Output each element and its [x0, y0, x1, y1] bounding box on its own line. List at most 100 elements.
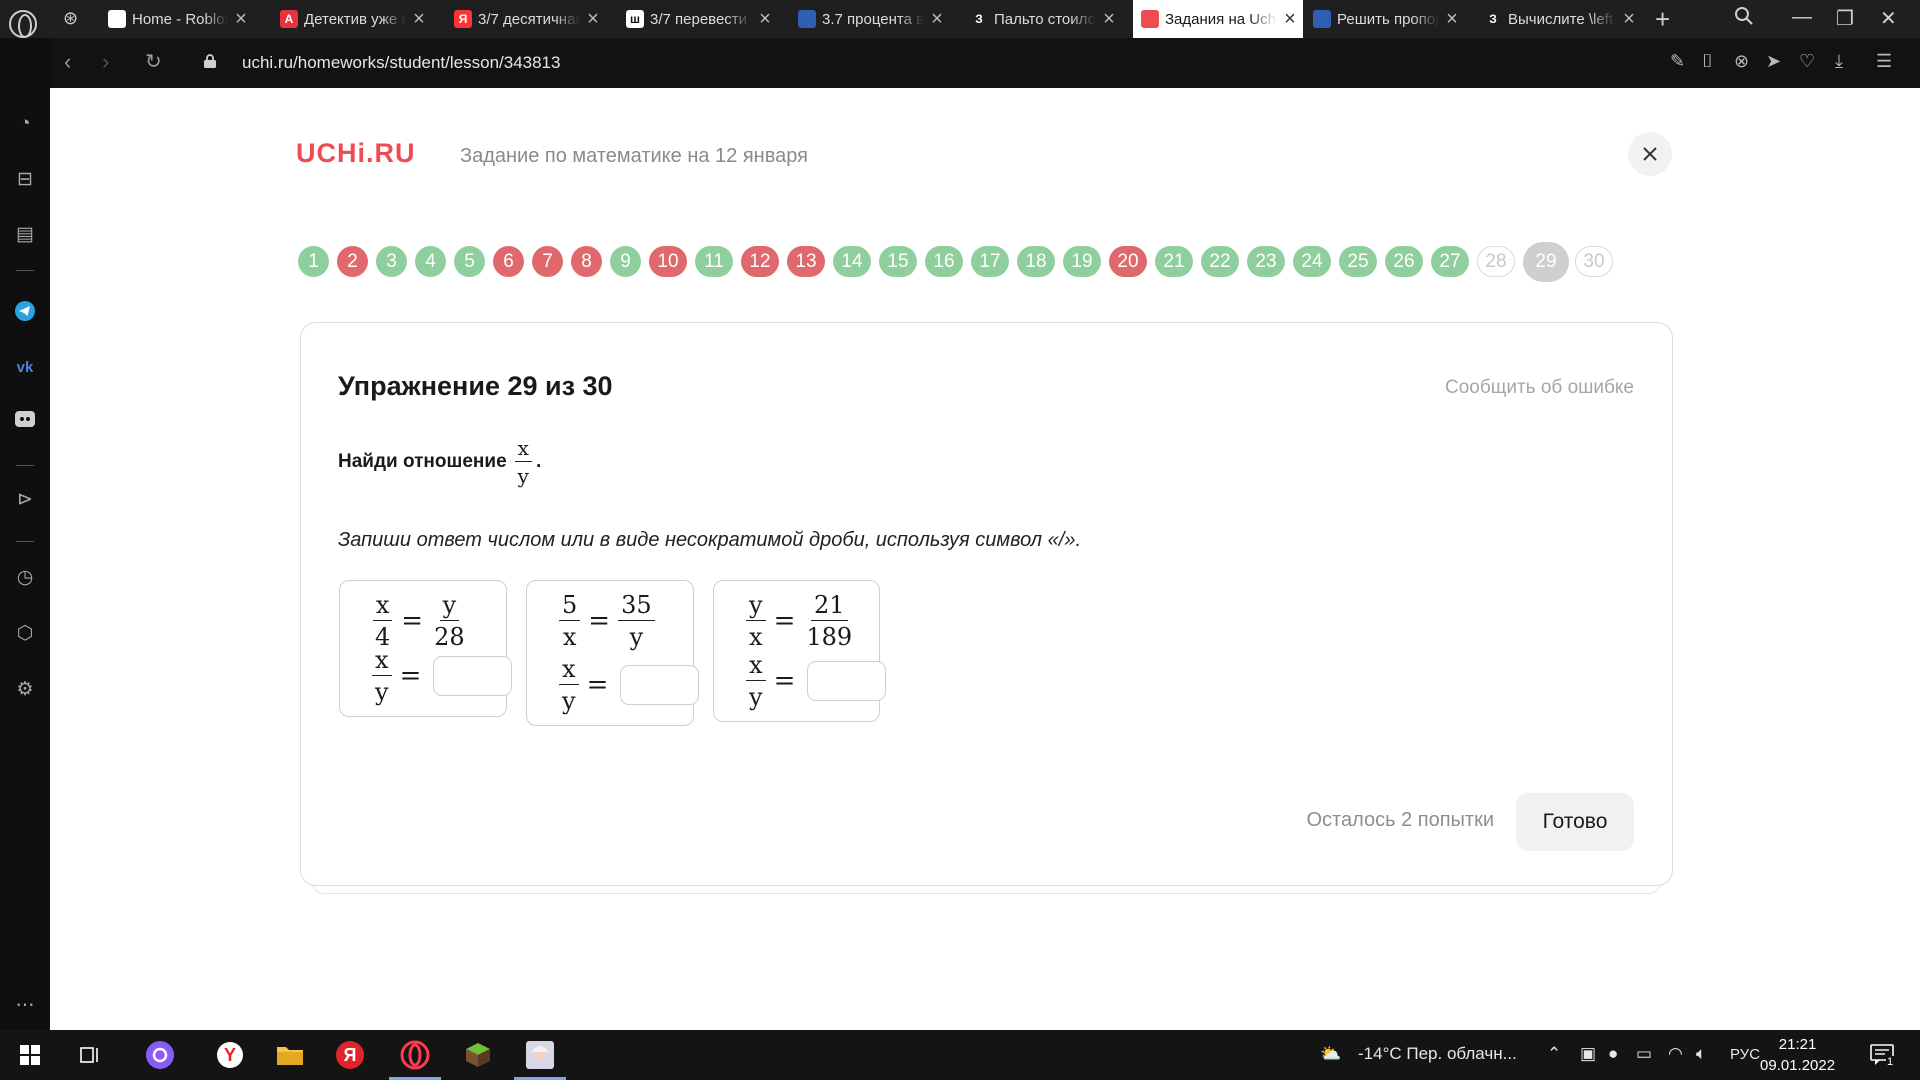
easy-setup-icon[interactable]: ☰: [1876, 51, 1892, 72]
player-icon[interactable]: ⊳: [13, 488, 37, 512]
microphone-icon[interactable]: ●: [1608, 1044, 1618, 1064]
send-icon[interactable]: ➤: [1766, 51, 1781, 72]
task-number-30[interactable]: 30: [1575, 246, 1613, 277]
opera-menu-icon[interactable]: [9, 10, 37, 38]
task-number-25[interactable]: 25: [1339, 246, 1377, 277]
task-number-11[interactable]: 11: [695, 246, 733, 277]
browser-tab[interactable]: Я 3/7 десятичная ×: [446, 0, 606, 38]
task-number-22[interactable]: 22: [1201, 246, 1239, 277]
browser-tab[interactable]: З Вычислите \left ×: [1476, 0, 1642, 38]
adblock-icon[interactable]: ⊗: [1734, 51, 1749, 72]
reload-icon[interactable]: ↻: [145, 49, 162, 74]
more-icon[interactable]: ⋯: [13, 994, 37, 1018]
speed-dial-icon[interactable]: ◔: [13, 112, 37, 136]
report-error-link[interactable]: Сообщить об ошибке: [1445, 377, 1634, 399]
task-number-15[interactable]: 15: [879, 246, 917, 277]
minimize-icon[interactable]: —: [1792, 6, 1812, 29]
task-number-4[interactable]: 4: [415, 246, 446, 277]
browser-tab[interactable]: З Пальто стоило ×: [962, 0, 1122, 38]
task-number-29[interactable]: 29: [1523, 242, 1569, 282]
settings-icon[interactable]: ⚙: [13, 678, 37, 702]
heart-icon[interactable]: ♡: [1799, 51, 1815, 72]
alice-app[interactable]: [130, 1030, 190, 1080]
clock[interactable]: 21:21 09.01.2022: [1760, 1034, 1835, 1076]
weather-icon[interactable]: ⛅: [1320, 1044, 1341, 1064]
discord-icon[interactable]: [13, 410, 37, 434]
browser-tab[interactable]: Решить пропор ×: [1305, 0, 1465, 38]
task-number-24[interactable]: 24: [1293, 246, 1331, 277]
yandex-browser-app[interactable]: Y: [200, 1030, 260, 1080]
task-number-23[interactable]: 23: [1247, 246, 1285, 277]
extensions-icon[interactable]: ⬡: [13, 622, 37, 646]
task-number-13[interactable]: 13: [787, 246, 825, 277]
browser-tab[interactable]: 3.7 процента в ×: [790, 0, 950, 38]
answer-input[interactable]: [807, 661, 887, 701]
wifi-icon[interactable]: ◠: [1668, 1044, 1683, 1064]
tab-close-icon[interactable]: ×: [228, 8, 254, 31]
gamepad-icon[interactable]: ⊛: [63, 8, 78, 29]
task-number-12[interactable]: 12: [741, 246, 779, 277]
tab-close-icon[interactable]: ×: [406, 8, 432, 31]
yandex-app[interactable]: Я: [320, 1030, 380, 1080]
meet-icon[interactable]: ▣: [1580, 1044, 1596, 1064]
volume-icon[interactable]: 🔈︎: [1696, 1044, 1706, 1064]
task-number-8[interactable]: 8: [571, 246, 602, 277]
task-number-14[interactable]: 14: [833, 246, 871, 277]
browser-tab[interactable]: Home - Roblox ×: [100, 0, 254, 38]
vk-icon[interactable]: vk: [13, 356, 37, 380]
done-button[interactable]: Готово: [1516, 793, 1634, 851]
battery-icon[interactable]: ▭: [1636, 1044, 1652, 1064]
task-number-19[interactable]: 19: [1063, 246, 1101, 277]
anime-app[interactable]: [510, 1030, 570, 1080]
close-button[interactable]: [1628, 132, 1672, 176]
tab-close-icon[interactable]: ×: [752, 8, 778, 31]
download-icon[interactable]: ⤓: [1835, 51, 1843, 72]
tab-close-icon[interactable]: ×: [924, 8, 950, 31]
uchi-logo[interactable]: UCHi.RU: [296, 138, 416, 169]
telegram-icon[interactable]: [13, 300, 37, 324]
new-tab-button[interactable]: +: [1655, 4, 1670, 35]
task-number-28[interactable]: 28: [1477, 246, 1515, 277]
notifications-icon[interactable]: 1: [1870, 1044, 1896, 1071]
task-number-3[interactable]: 3: [376, 246, 407, 277]
browser-tab[interactable]: ш 3/7 перевести ×: [618, 0, 778, 38]
twitch-icon[interactable]: ▤: [13, 223, 37, 247]
task-number-21[interactable]: 21: [1155, 246, 1193, 277]
task-number-27[interactable]: 27: [1431, 246, 1469, 277]
tab-close-icon[interactable]: ×: [1616, 8, 1642, 31]
browser-tab[interactable]: Задания на Uch ×: [1133, 0, 1303, 38]
task-number-2[interactable]: 2: [337, 246, 368, 277]
restore-icon[interactable]: ❐: [1836, 6, 1854, 31]
task-number-26[interactable]: 26: [1385, 246, 1423, 277]
lock-icon[interactable]: [204, 54, 216, 68]
edit-icon[interactable]: ✎: [1670, 51, 1685, 72]
history-icon[interactable]: ◷: [13, 566, 37, 590]
camera-icon[interactable]: ⌷: [1702, 51, 1713, 72]
task-number-5[interactable]: 5: [454, 246, 485, 277]
url-field[interactable]: uchi.ru/homeworks/student/lesson/343813: [242, 53, 560, 73]
task-number-16[interactable]: 16: [925, 246, 963, 277]
briefcase-icon[interactable]: ⊟: [13, 168, 37, 192]
start-button[interactable]: [0, 1030, 60, 1080]
chevron-up-icon[interactable]: ⌃: [1547, 1044, 1561, 1064]
task-number-10[interactable]: 10: [649, 246, 687, 277]
tab-close-icon[interactable]: ×: [580, 8, 606, 31]
weather-text[interactable]: -14°C Пер. облачн...: [1358, 1044, 1517, 1064]
search-tabs-icon[interactable]: [1734, 6, 1754, 32]
window-close-icon[interactable]: ✕: [1880, 6, 1897, 31]
minecraft-app[interactable]: [448, 1030, 508, 1080]
file-explorer-app[interactable]: [260, 1030, 320, 1080]
opera-app[interactable]: [385, 1030, 445, 1080]
forward-icon[interactable]: ›: [102, 49, 109, 75]
task-number-17[interactable]: 17: [971, 246, 1009, 277]
task-number-20[interactable]: 20: [1109, 246, 1147, 277]
answer-input[interactable]: [433, 656, 513, 696]
task-number-1[interactable]: 1: [298, 246, 329, 277]
task-number-9[interactable]: 9: [610, 246, 641, 277]
tab-close-icon[interactable]: ×: [1277, 8, 1303, 31]
task-number-18[interactable]: 18: [1017, 246, 1055, 277]
task-view-button[interactable]: [60, 1030, 120, 1080]
tab-close-icon[interactable]: ×: [1096, 8, 1122, 31]
browser-tab[interactable]: A Детектив уже м ×: [272, 0, 432, 38]
back-icon[interactable]: ‹: [64, 49, 71, 75]
